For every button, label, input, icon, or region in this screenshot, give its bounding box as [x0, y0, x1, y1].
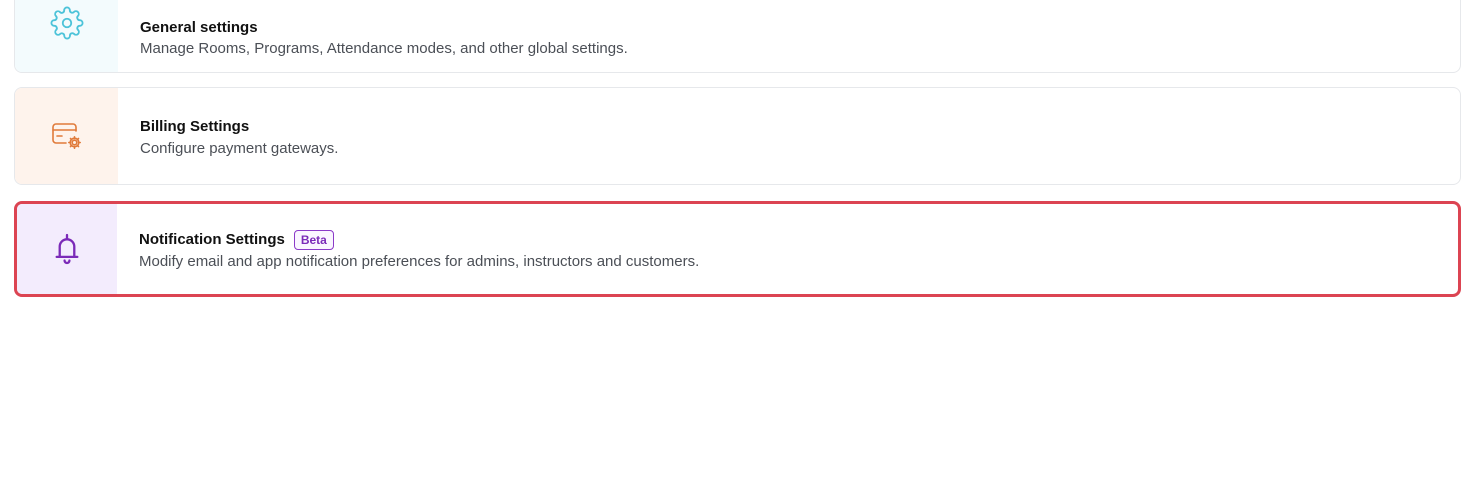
notification-settings-title-row: Notification Settings Beta: [139, 229, 699, 251]
general-settings-card[interactable]: General settings Manage Rooms, Programs,…: [14, 0, 1461, 73]
general-settings-title-row: General settings: [140, 16, 628, 38]
beta-badge: Beta: [293, 229, 334, 250]
billing-settings-icon-cell: [15, 88, 118, 184]
notification-settings-description: Modify email and app notification prefer…: [139, 252, 700, 270]
billing-settings-card[interactable]: Billing Settings Configure payment gatew…: [14, 87, 1461, 185]
general-settings-description: Manage Rooms, Programs, Attendance modes…: [140, 40, 628, 57]
billing-settings-title: Billing Settings: [140, 118, 250, 135]
notification-settings-icon-cell: [17, 204, 117, 294]
notification-settings-card[interactable]: Notification Settings Beta Modify email …: [14, 201, 1461, 297]
billing-settings-icon: [51, 123, 81, 149]
notification-settings-text: Notification Settings Beta Modify email …: [117, 204, 699, 294]
billing-settings-text: Billing Settings Configure payment gatew…: [118, 88, 338, 184]
billing-settings-description: Configure payment gateways.: [140, 139, 339, 157]
general-settings-icon-cell: [15, 0, 118, 72]
bell-icon: [55, 233, 79, 265]
billing-settings-title-row: Billing Settings: [140, 116, 338, 138]
notification-settings-title: Notification Settings: [139, 231, 285, 248]
gear-icon: [50, 6, 83, 39]
general-settings-title: General settings: [140, 18, 258, 36]
general-settings-text: General settings Manage Rooms, Programs,…: [118, 0, 628, 72]
